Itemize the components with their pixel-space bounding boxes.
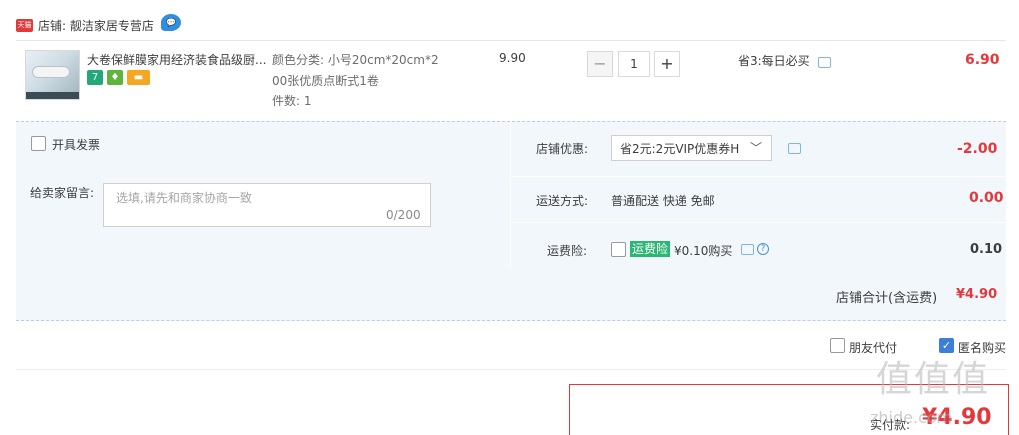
product-title-link[interactable]: 大卷保鲜膜家用经济装食品级厨...	[87, 51, 267, 68]
shipping-insurance-price: ¥0.10购买	[674, 244, 733, 258]
item-total-price: 6.90	[965, 52, 1000, 68]
seller-note-label: 给卖家留言:	[30, 186, 95, 200]
seven-day-return-icon: 7	[87, 70, 103, 85]
insurance-amount: 0.10	[970, 242, 1003, 257]
shipping-amount: 0.00	[969, 190, 1004, 206]
quantity-input[interactable]	[618, 51, 650, 77]
card-payment-icon: ▬	[127, 70, 150, 85]
shop-subtotal-label: 店铺合计(含运费)	[836, 291, 938, 306]
quantity-increase-button[interactable]: +	[654, 51, 680, 77]
promotion-label: 省3:每日必买	[738, 54, 810, 68]
product-thumbnail-bar	[26, 92, 79, 99]
shipping-insurance-badge: 运费险	[630, 241, 671, 257]
shipping-insurance-checkbox[interactable]	[611, 242, 626, 257]
seller-note-placeholder: 选填,请先和商家协商一致	[116, 191, 252, 205]
invoice-checkbox[interactable]	[31, 136, 46, 151]
site-watermark-domain: zhide.com	[870, 408, 953, 427]
quantity-decrease-button[interactable]: −	[587, 51, 613, 77]
options-divider	[511, 176, 1006, 177]
promo-info-icon[interactable]	[818, 57, 831, 68]
shop-subtotal-value: ¥4.90	[956, 287, 998, 302]
options-divider	[510, 121, 511, 269]
guarantee-icon: ♦	[107, 70, 123, 85]
friend-pay-checkbox[interactable]	[830, 338, 845, 353]
chat-seller-icon[interactable]: 💬	[161, 14, 181, 31]
site-watermark: 值值值	[876, 359, 991, 400]
section-divider	[16, 369, 1006, 370]
sku-attribute-line1: 颜色分类: 小号20cm*20cm*2	[272, 53, 439, 67]
seller-note-char-count: 0/200	[386, 208, 421, 222]
sku-attribute-line2: 00张优质点断式1卷	[272, 74, 379, 88]
coupon-amount: -2.00	[957, 141, 998, 157]
coupon-selected-value: 省2元:2元VIP优惠券H	[620, 142, 740, 156]
shop-discount-label: 店铺优惠:	[536, 142, 589, 156]
help-icon[interactable]: ?	[757, 243, 769, 255]
unit-price: 9.90	[499, 51, 526, 65]
tmall-logo-icon: 天猫	[16, 19, 33, 32]
item-count: 件数: 1	[272, 94, 312, 108]
shop-name-link[interactable]: 店铺: 靓洁家居专营店	[38, 17, 154, 34]
shipping-insurance-label: 运费险:	[547, 244, 588, 258]
options-divider	[511, 222, 1006, 223]
insurance-info-icon[interactable]	[741, 244, 754, 255]
invoice-label: 开具发票	[52, 138, 101, 152]
shipping-method-value: 普通配送 快递 免邮	[611, 194, 715, 208]
product-thumbnail-roll	[32, 66, 70, 78]
shipping-method-label: 运送方式:	[536, 194, 589, 208]
coupon-info-icon[interactable]	[788, 143, 801, 154]
chevron-down-icon[interactable]: ﹀	[750, 139, 762, 156]
